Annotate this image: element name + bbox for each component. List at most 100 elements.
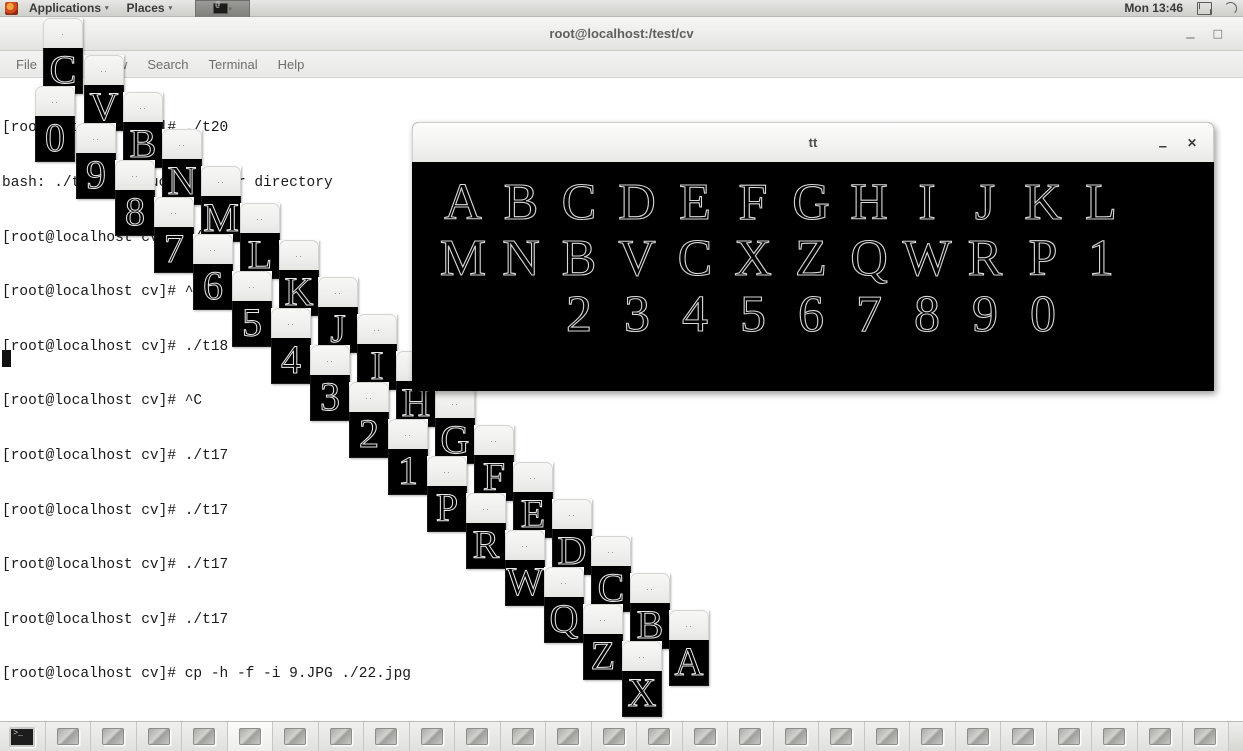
taskbar-window-button[interactable]	[409, 722, 455, 751]
letter-tile-titlebar[interactable]: ··	[544, 567, 584, 597]
panel-window-tab[interactable]: ▾	[195, 0, 251, 17]
taskbar-window-button[interactable]	[682, 722, 728, 751]
letter-tile-window[interactable]: ·· 5	[232, 271, 272, 347]
letter-tile-titlebar[interactable]: ··	[505, 530, 545, 560]
maximize-button[interactable]: □	[1213, 28, 1223, 39]
taskbar-window-button[interactable]	[728, 722, 774, 751]
taskbar-window-button[interactable]	[45, 722, 91, 751]
panel-clock[interactable]: Mon 13:46	[1116, 1, 1191, 15]
letter-tile-window[interactable]: ·· 9	[76, 123, 116, 199]
letter-tile-titlebar[interactable]: ··	[84, 55, 124, 85]
taskbar-window-button[interactable]	[455, 722, 501, 751]
letter-tile-titlebar[interactable]: ··	[232, 271, 272, 301]
letter-tile-window[interactable]: ·· D	[552, 499, 592, 575]
tt-titlebar[interactable]: tt – ✕	[412, 122, 1214, 162]
taskbar-window-button[interactable]	[500, 722, 546, 751]
letter-tile-titlebar[interactable]: ··	[427, 456, 467, 486]
letter-tile-window[interactable]: ·· P	[427, 456, 467, 532]
letter-tile-titlebar[interactable]: ··	[35, 86, 75, 116]
taskbar-window-button[interactable]	[1183, 722, 1229, 751]
letter-tile-titlebar[interactable]: ··	[583, 604, 623, 634]
taskbar-window-button[interactable]	[1001, 722, 1047, 751]
taskbar-window-button[interactable]	[318, 722, 364, 751]
taskbar-window-button[interactable]	[864, 722, 910, 751]
letter-tile-titlebar[interactable]: ··	[154, 197, 194, 227]
letter-tile-titlebar[interactable]: ··	[271, 308, 311, 338]
letter-tile-titlebar[interactable]: ··	[474, 425, 514, 455]
letter-tile-window[interactable]: ·· M	[201, 166, 241, 242]
letter-tile-window[interactable]: ·· K	[279, 240, 319, 316]
letter-tile-window[interactable]: ·· 8	[115, 160, 155, 236]
letter-tile-titlebar[interactable]: ··	[435, 388, 475, 418]
places-menu[interactable]: Places ▾	[118, 0, 182, 16]
letter-tile-titlebar[interactable]: ··	[388, 419, 428, 449]
letter-tile-window[interactable]: ·· I	[357, 314, 397, 390]
taskbar-window-button[interactable]	[364, 722, 410, 751]
letter-tile-titlebar[interactable]: ··	[123, 92, 163, 122]
letter-tile-window[interactable]: ·· N	[162, 129, 202, 205]
letter-tile-window[interactable]: ·· Z	[583, 604, 623, 680]
menu-help[interactable]: Help	[269, 54, 314, 75]
letter-tile-window[interactable]: ·· V	[84, 55, 124, 131]
letter-tile-window[interactable]: ·· F	[474, 425, 514, 501]
menu-terminal[interactable]: Terminal	[200, 54, 267, 75]
mail-icon[interactable]	[1197, 1, 1212, 15]
letter-tile-window[interactable]: ·· G	[435, 388, 475, 464]
letter-tile-window[interactable]: ·· X	[622, 641, 662, 717]
letter-tile-titlebar[interactable]: ··	[318, 277, 358, 307]
letter-tile-titlebar[interactable]: ··	[76, 123, 116, 153]
letter-tile-window[interactable]: ·· A	[669, 610, 709, 686]
letter-tile-window[interactable]: ·· 0	[35, 86, 75, 162]
volume-icon[interactable]	[1224, 1, 1237, 15]
letter-tile-window[interactable]: ·· 3	[310, 345, 350, 421]
letter-tile-titlebar[interactable]: ··	[513, 462, 553, 492]
letter-tile-window[interactable]: ·· B	[123, 92, 163, 168]
letter-tile-titlebar[interactable]: ··	[357, 314, 397, 344]
letter-tile-window[interactable]: ·· C	[591, 536, 631, 612]
menu-file[interactable]: File	[7, 54, 46, 75]
taskbar-window-button[interactable]	[773, 722, 819, 751]
letter-tile-titlebar[interactable]: ··	[466, 493, 506, 523]
letter-tile-window[interactable]: ·· J	[318, 277, 358, 353]
taskbar-terminal-button[interactable]	[0, 722, 46, 751]
letter-tile-titlebar[interactable]: ··	[669, 610, 709, 640]
letter-tile-window[interactable]: ·· 7	[154, 197, 194, 273]
letter-tile-titlebar[interactable]: ··	[193, 234, 233, 264]
taskbar-window-button[interactable]	[1137, 722, 1183, 751]
applications-menu[interactable]: Applications ▾	[20, 0, 118, 16]
taskbar-window-button[interactable]	[91, 722, 137, 751]
letter-tile-titlebar[interactable]: ··	[201, 166, 241, 196]
taskbar-window-button[interactable]	[1046, 722, 1092, 751]
letter-tile-window[interactable]: ·· R	[466, 493, 506, 569]
letter-tile-window[interactable]: ·· 4	[271, 308, 311, 384]
letter-tile-titlebar[interactable]: ··	[591, 536, 631, 566]
letter-tile-window[interactable]: · C	[43, 18, 83, 94]
taskbar-window-button[interactable]	[955, 722, 1001, 751]
letter-tile-titlebar[interactable]: ··	[552, 499, 592, 529]
letter-tile-window[interactable]: ·· L	[240, 203, 280, 279]
letter-tile-titlebar[interactable]: ··	[162, 129, 202, 159]
letter-tile-window[interactable]: ·· Q	[544, 567, 584, 643]
letter-tile-titlebar[interactable]: ··	[240, 203, 280, 233]
taskbar-window-button[interactable]	[637, 722, 683, 751]
taskbar-window-button[interactable]	[136, 722, 182, 751]
close-icon[interactable]: ✕	[1187, 137, 1197, 149]
letter-tile-titlebar[interactable]: ··	[349, 382, 389, 412]
taskbar-window-button[interactable]	[546, 722, 592, 751]
letter-tile-window[interactable]: ·· E	[513, 462, 553, 538]
terminal-titlebar[interactable]: root@localhost:/test/cv – □	[0, 17, 1243, 51]
letter-tile-titlebar[interactable]: ··	[279, 240, 319, 270]
minimize-button[interactable]: –	[1159, 139, 1167, 154]
letter-tile-window[interactable]: ·· 6	[193, 234, 233, 310]
taskbar-window-button[interactable]	[819, 722, 865, 751]
letter-tile-titlebar[interactable]: ··	[622, 641, 662, 671]
taskbar-window-button[interactable]	[182, 722, 228, 751]
letter-tile-window[interactable]: ·· 1	[388, 419, 428, 495]
taskbar-window-button[interactable]	[591, 722, 637, 751]
minimize-button[interactable]: –	[1186, 30, 1194, 45]
taskbar-window-button[interactable]	[910, 722, 956, 751]
letter-tile-window[interactable]: ·· B	[630, 573, 670, 649]
letter-tile-titlebar[interactable]: ·	[43, 18, 83, 48]
taskbar-window-button[interactable]	[227, 722, 273, 751]
letter-tile-window[interactable]: ·· 2	[349, 382, 389, 458]
